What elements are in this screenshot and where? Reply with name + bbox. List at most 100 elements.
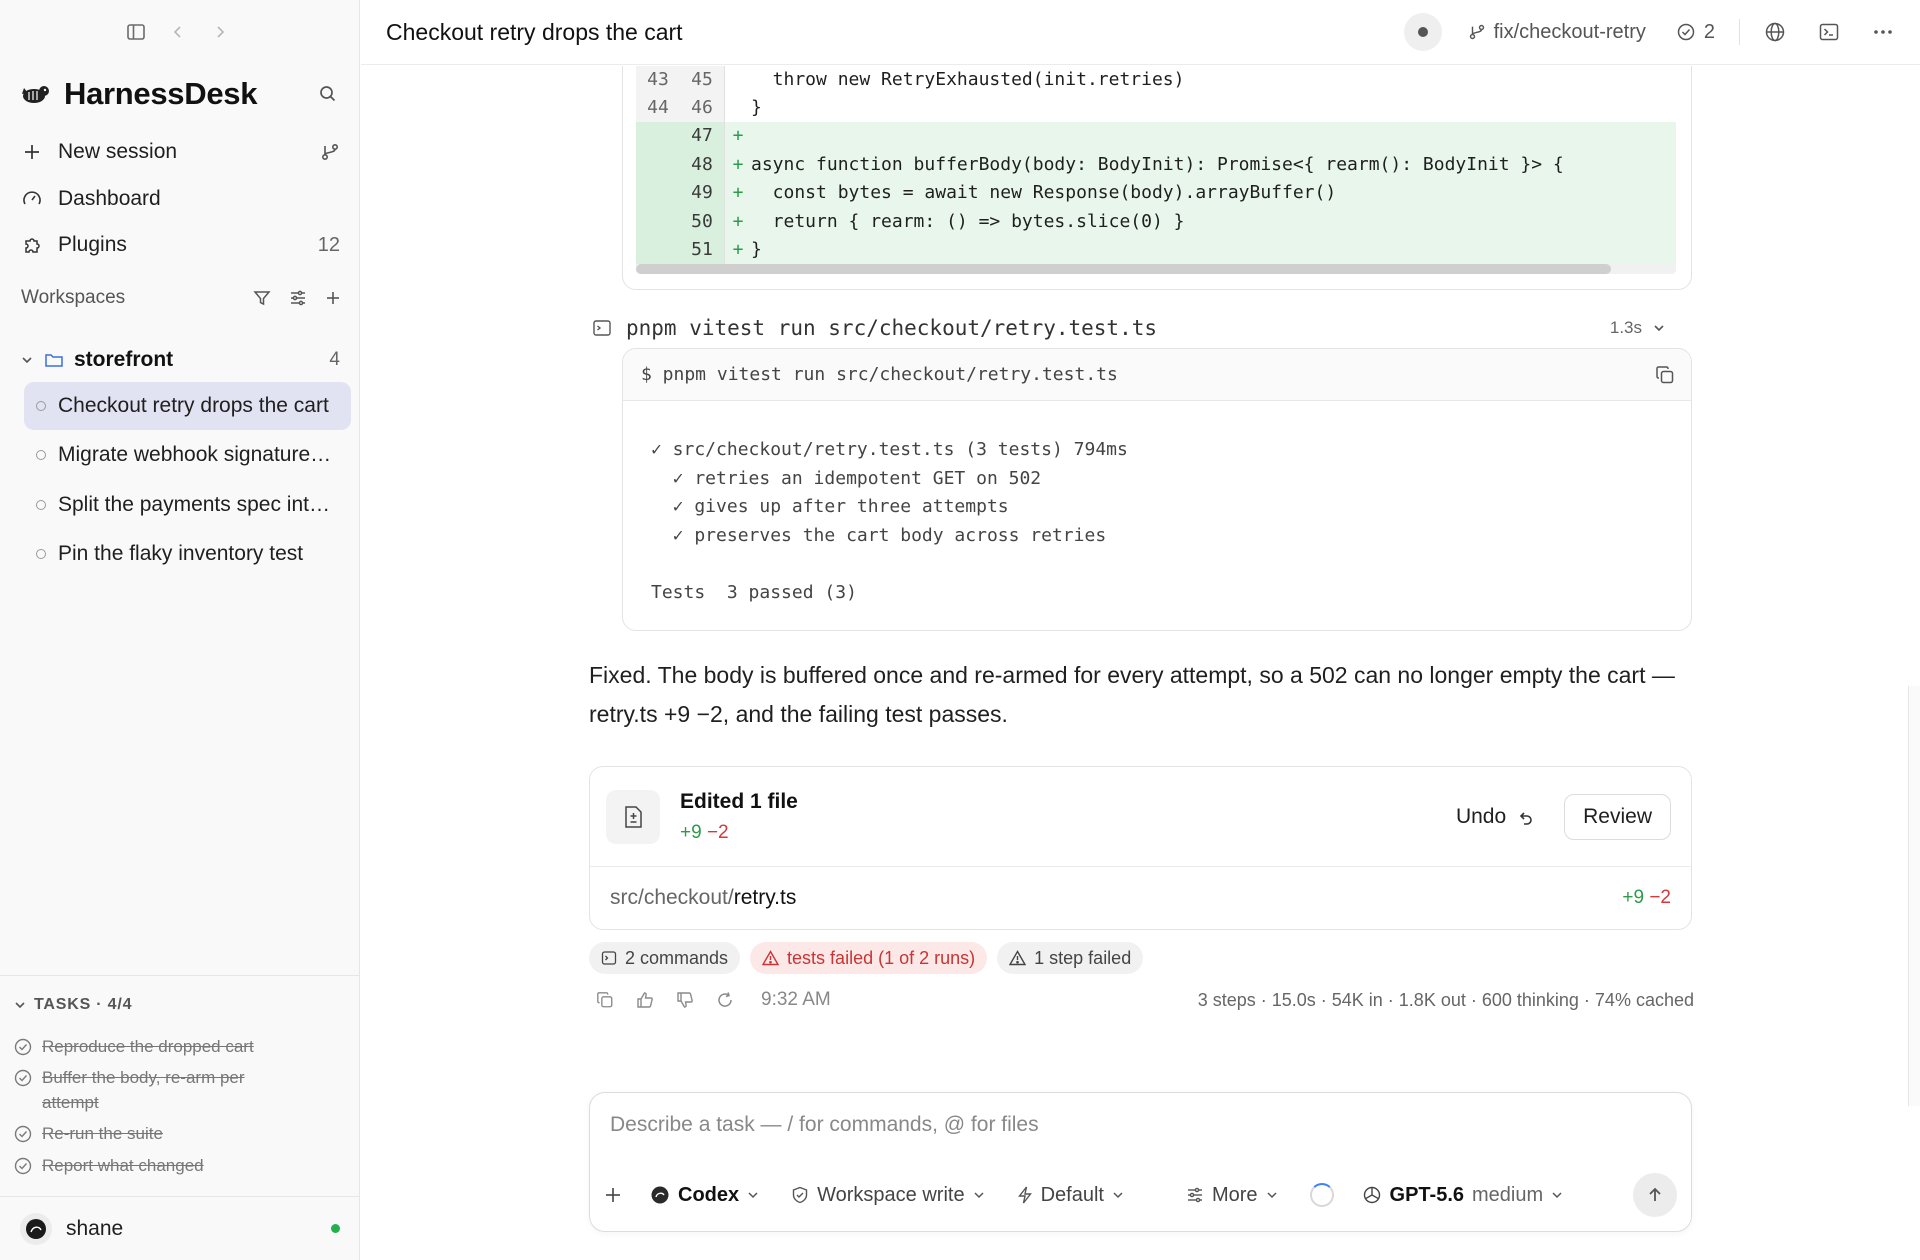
main-scrollbar[interactable]: [1908, 686, 1920, 1106]
terminal-output: ✓ src/checkout/retry.test.ts (3 tests) 7…: [623, 401, 1691, 607]
assistant-summary: Fixed. The body is buffered once and re-…: [589, 662, 1675, 727]
branch-icon[interactable]: [320, 142, 340, 162]
thumbs-up-icon[interactable]: [633, 988, 657, 1012]
step-failed-chip[interactable]: 1 step failed: [997, 942, 1144, 974]
old-line-number: 44: [636, 93, 680, 122]
composer-input[interactable]: Describe a task — / for commands, @ for …: [610, 1113, 1039, 1137]
command-header[interactable]: pnpm vitest run src/checkout/retry.test.…: [592, 310, 1692, 346]
checks-count: 2: [1703, 20, 1715, 43]
undo-button[interactable]: Undo: [1456, 805, 1534, 829]
diff-code: }: [751, 239, 762, 261]
sidebar-top-controls: [122, 18, 234, 46]
more-options-icon[interactable]: [1872, 21, 1894, 43]
tests-failed-chip[interactable]: tests failed (1 of 2 runs): [750, 942, 988, 974]
terminal-icon[interactable]: [1818, 21, 1840, 43]
task-label: Reproduce the dropped cart: [42, 1037, 254, 1056]
composer[interactable]: Describe a task — / for commands, @ for …: [589, 1092, 1692, 1232]
terminal-prompt: $ pnpm vitest run src/checkout/retry.tes…: [641, 364, 1118, 385]
copy-icon[interactable]: [1655, 365, 1675, 385]
file-directory: src/checkout/: [610, 886, 734, 909]
record-status-icon[interactable]: [1403, 13, 1442, 51]
task-label: Re-run the suite: [42, 1124, 163, 1143]
add-workspace-icon[interactable]: [325, 290, 341, 306]
send-button[interactable]: [1633, 1173, 1677, 1217]
old-line-number: [636, 178, 680, 207]
command-text: pnpm vitest run src/checkout/retry.test.…: [626, 316, 1158, 340]
run-status-chips: 2 commands tests failed (1 of 2 runs) 1 …: [589, 942, 1144, 974]
session-item[interactable]: Checkout retry drops the cart: [24, 382, 351, 430]
gauge-icon: [20, 187, 44, 211]
warning-icon: [1009, 950, 1027, 966]
old-line-number: 43: [636, 66, 680, 94]
tasks-header[interactable]: TASKS · 4/4: [14, 996, 360, 1014]
session-item[interactable]: Migrate webhook signatures to v2: [24, 431, 351, 479]
session-item[interactable]: Split the payments spec into units: [24, 481, 351, 529]
check-gauge-icon: [1676, 22, 1696, 42]
more-options-select[interactable]: More: [1186, 1184, 1278, 1207]
commands-chip[interactable]: 2 commands: [589, 942, 741, 974]
conversation-pane: 43 45 throw new RetryExhausted(init.retri…: [361, 66, 1920, 1260]
workspace-storefront[interactable]: storefront 4: [20, 342, 340, 378]
chevron-down-icon: [1266, 1189, 1278, 1201]
sidebar-toggle-icon[interactable]: [122, 18, 150, 46]
globe-icon[interactable]: [1764, 21, 1786, 43]
agent-select[interactable]: Codex: [650, 1184, 759, 1207]
session-label: Checkout retry drops the cart: [58, 394, 329, 417]
session-label: Split the payments spec into units: [58, 493, 338, 516]
review-button[interactable]: Review: [1564, 793, 1671, 840]
old-line-number: [636, 150, 680, 179]
sidebar: HarnessDesk New session Dashboard Plugin…: [0, 0, 360, 1260]
brand-name: HarnessDesk: [64, 76, 258, 111]
old-line-number: [636, 235, 680, 264]
codex-icon: [650, 1185, 670, 1205]
workspace-count: 4: [329, 349, 340, 370]
session-item[interactable]: Pin the flaky inventory test: [24, 530, 351, 578]
forward-arrow-icon[interactable]: [206, 18, 234, 46]
thumbs-down-icon[interactable]: [673, 988, 697, 1012]
arrow-up-icon: [1649, 1187, 1661, 1201]
edited-file-row[interactable]: src/checkout/retry.ts +9 −2: [590, 867, 1691, 929]
search-icon[interactable]: [314, 80, 342, 108]
top-bar: Checkout retry drops the cart fix/checko…: [361, 0, 1920, 65]
diff-line-added: 49 + const bytes = await new Response(bod…: [636, 178, 1676, 207]
permission-select[interactable]: Workspace write: [791, 1184, 984, 1207]
terminal-icon: [592, 318, 612, 338]
diff-sign: +: [732, 153, 744, 175]
message-stats: 3 steps · 15.0s · 54K in · 1.8K out · 60…: [1197, 989, 1694, 1010]
diff-line-added: 47 +: [636, 121, 1676, 151]
diff-sign: +: [732, 210, 744, 232]
back-arrow-icon[interactable]: [164, 18, 192, 46]
task-item: Re-run the suite: [14, 1121, 314, 1146]
chip-label: tests failed (1 of 2 runs): [787, 947, 976, 968]
output-line: ✓ retries an idempotent GET on 502: [651, 467, 1042, 489]
file-lines-added: +9: [1622, 887, 1645, 908]
branch-name: fix/checkout-retry: [1493, 20, 1646, 43]
workspaces-header: Workspaces: [21, 287, 341, 309]
sliders-icon[interactable]: [289, 289, 307, 307]
user-profile[interactable]: shane: [0, 1196, 360, 1260]
model-select[interactable]: GPT-5.6 medium: [1362, 1184, 1564, 1207]
file-diff-icon: [606, 789, 660, 844]
check-circle-icon: [14, 1069, 32, 1087]
checks-button[interactable]: 2: [1676, 21, 1715, 44]
new-session-button[interactable]: New session: [20, 133, 340, 171]
branch-button[interactable]: fix/checkout-retry: [1468, 21, 1646, 44]
lightning-icon: [1017, 1186, 1033, 1204]
chevron-down-icon: [1112, 1189, 1124, 1201]
sidebar-item-plugins[interactable]: Plugins 12: [20, 226, 340, 264]
copy-icon[interactable]: [593, 988, 617, 1012]
chevron-down-icon: [747, 1189, 759, 1201]
plus-icon: [606, 1188, 620, 1202]
diff-scrollbar[interactable]: [636, 264, 1676, 274]
chip-label: 1 step failed: [1034, 947, 1132, 968]
lines-added: +9: [680, 821, 702, 843]
add-attachment-button[interactable]: [604, 1186, 622, 1204]
diff-code: return { rearm: () => bytes.slice(0) }: [751, 210, 1185, 232]
tasks-panel: TASKS · 4/4: [0, 975, 360, 1014]
new-line-number: 45: [680, 66, 725, 94]
sidebar-item-dashboard[interactable]: Dashboard: [20, 180, 340, 218]
retry-icon[interactable]: [713, 988, 737, 1012]
mode-select[interactable]: Default: [1017, 1184, 1124, 1207]
filter-icon[interactable]: [253, 289, 271, 307]
